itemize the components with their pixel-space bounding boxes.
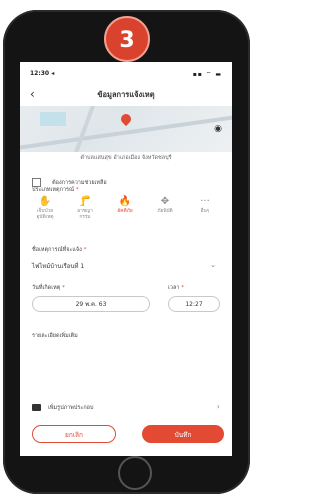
disaster-icon: ✥	[160, 196, 170, 207]
category-label: อาชญา กรรม	[77, 209, 93, 220]
camera-icon	[32, 404, 41, 411]
status-bar: 12:30 ◂ ▪▪ ⌔ ▬	[20, 62, 232, 82]
category-crime[interactable]: 🦵 อาชญา กรรม	[66, 195, 104, 221]
cancel-button[interactable]: ยกเลิก	[32, 425, 116, 443]
date-picker[interactable]: 29 พ.ค. 63	[32, 296, 150, 312]
event-name-select[interactable]: ไฟไหม้บ้านเรือนที่ 1 ⌄	[32, 261, 220, 275]
fire-icon: 🔥	[118, 196, 132, 207]
chevron-right-icon: ›	[216, 402, 220, 411]
more-icon: ···	[200, 196, 210, 207]
leg-icon: 🦵	[78, 196, 92, 207]
chevron-down-icon: ⌄	[210, 261, 216, 269]
date-label: วันที่เกิดเหตุ *	[32, 285, 65, 291]
category-selector: ✋ เจ็บป่วย อุบัติเหตุ 🦵 อาชญา กรรม 🔥 อัคคี…	[26, 195, 226, 231]
event-name-label: ชื่อเหตุการณ์ที่จะแจ้ง *	[32, 247, 87, 253]
hand-icon: ✋	[38, 196, 52, 207]
attach-photo-row[interactable]: เพิ่มรูปภาพประกอบ ›	[32, 402, 220, 415]
category-label: อัคคีภัย	[117, 209, 133, 214]
time-picker[interactable]: 12:27	[168, 296, 220, 312]
app-screen: 12:30 ◂ ▪▪ ⌔ ▬ ‹ ข้อมูลการแจ้งเหตุ ◉ ตำบ…	[20, 62, 232, 456]
details-textarea[interactable]	[32, 346, 220, 396]
details-label: รายละเอียดเพิ่มเติม	[32, 333, 78, 339]
category-label: ภัยพิบัติ	[157, 209, 173, 214]
help-checkbox-label: ต้องการความช่วยเหลือ	[52, 179, 107, 186]
event-name-value: ไฟไหม้บ้านเรือนที่ 1	[32, 263, 85, 270]
address-text: ตำบลแสนสุข อำเภอเมือง จังหวัดชลบุรี	[80, 155, 172, 161]
attach-photo-label: เพิ่มรูปภาพประกอบ	[48, 405, 94, 411]
eye-icon[interactable]: ◉	[214, 124, 222, 134]
datetime-row: 29 พ.ค. 63 12:27	[32, 296, 220, 314]
category-other[interactable]: ··· อื่นๆ	[186, 195, 224, 215]
category-section-label: ประเภทเหตุการณ์ *	[32, 187, 79, 193]
action-buttons: ยกเลิก บันทึก	[32, 425, 224, 445]
save-button[interactable]: บันทึก	[142, 425, 224, 443]
map-pin-icon	[118, 111, 134, 127]
status-icons: ▪▪ ⌔ ▬	[192, 71, 222, 78]
step-badge: 3	[104, 16, 150, 62]
home-button[interactable]	[118, 456, 152, 490]
category-label: เจ็บป่วย อุบัติเหตุ	[36, 209, 54, 220]
status-time: 12:30 ◂	[30, 70, 55, 77]
category-fire[interactable]: 🔥 อัคคีภัย	[106, 195, 144, 215]
map-area	[40, 112, 66, 126]
map-road	[66, 106, 98, 152]
category-disaster[interactable]: ✥ ภัยพิบัติ	[146, 195, 184, 215]
time-label: เวลา *	[168, 285, 184, 291]
category-label: อื่นๆ	[200, 209, 210, 214]
map-view[interactable]: ◉	[20, 106, 232, 152]
page-title: ข้อมูลการแจ้งเหตุ	[97, 90, 155, 99]
title-bar: ‹ ข้อมูลการแจ้งเหตุ	[20, 82, 232, 106]
category-medical[interactable]: ✋ เจ็บป่วย อุบัติเหตุ	[26, 195, 64, 221]
